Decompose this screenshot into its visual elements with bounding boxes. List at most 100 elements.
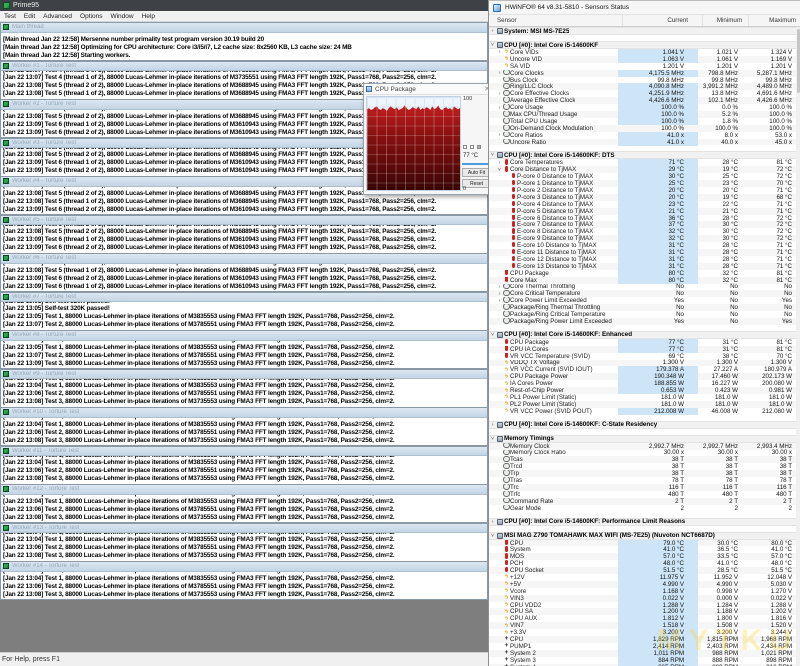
expand-icon[interactable]: › (496, 160, 503, 166)
column-header-sensor[interactable]: Sensor (489, 17, 622, 24)
checkbox-1[interactable] (463, 145, 467, 149)
sensor-row[interactable]: ϟRest-of-Chip Power0.653 W0.423 W0.981 W (489, 387, 796, 394)
sensor-row[interactable]: Package/Ring Critical TemperatureNoNoNo (489, 311, 796, 318)
sensor-row[interactable]: VR VCC Temperature (SVID)69 °C38 °C70 °C (489, 353, 796, 360)
sensor-row[interactable]: Uncore Ratio41.0 x40.0 x45.0 x (489, 139, 796, 146)
sensor-row[interactable]: P-core 3 Distance to TjMAX20 °C19 °C68 °… (489, 194, 796, 201)
menu-item-advanced[interactable]: Advanced (39, 13, 76, 20)
expand-icon[interactable]: › (489, 519, 496, 525)
p95-child-titlebar[interactable]: Worker #7 - Torture Test (1, 293, 487, 303)
sensor-row[interactable]: ϟPL2 Power Limit (Static)181.0 W181.0 W1… (489, 401, 796, 408)
collapse-icon[interactable]: ˅ (489, 42, 496, 48)
sensor-row[interactable]: Tcas38 T38 T38 T (489, 456, 796, 463)
sensor-row[interactable]: P-core 4 Distance to TjMAX23 °C22 °C71 °… (489, 201, 796, 208)
sensor-row[interactable]: ϟVIN30.022 V0.000 V0.022 V (489, 595, 796, 602)
scrollbar[interactable] (796, 27, 800, 666)
log-area[interactable]: [Jan 22 13:04] Test 1, 88000 Lucas-Lehme… (1, 572, 487, 600)
sensor-row[interactable]: Package/Ring Thermal ThrottlingNoNoNo (489, 304, 796, 311)
expand-icon[interactable]: › (496, 284, 503, 290)
expand-icon[interactable]: › (496, 132, 503, 138)
sensor-row[interactable]: P-core 1 Distance to TjMAX25 °C23 °C70 °… (489, 180, 796, 187)
sensor-group-header[interactable]: ˅CPU [#0]: Intel Core i5-14600KF: DTS (489, 151, 796, 159)
log-area[interactable]: [Jan 22 13:08] Test 5 (thread 2 of 2), 8… (1, 225, 487, 253)
sensor-group-header[interactable]: ˅CPU [#0]: Intel Core i5-14600KF (489, 41, 796, 49)
expand-icon[interactable]: › (496, 291, 503, 297)
log-area[interactable]: [Main thread Jan 22 12:58] Mersenne numb… (1, 33, 487, 61)
log-area[interactable]: [Jan 22 13:04] Test 1, 88000 Lucas-Lehme… (1, 495, 487, 523)
sensor-row[interactable]: +CPU1,829 RPM1,815 RPM1,968 RPM (489, 636, 796, 643)
sensor-row[interactable]: ϟVR VCC Current (SVID IOUT)179.378 A27.2… (489, 366, 796, 373)
p95-child-titlebar[interactable]: Worker #13 - Torture Test (1, 524, 487, 534)
column-header-cur[interactable]: Current (622, 15, 702, 26)
column-header-max[interactable]: Maximum (748, 15, 800, 26)
sensor-row[interactable]: ›Core Temperatures71 °C28 °C81 °C (489, 159, 796, 166)
sensor-row[interactable]: Trfc480 T480 T480 T (489, 491, 796, 498)
p95-child-titlebar[interactable]: Worker #12 - Torture Test (1, 485, 487, 495)
p95-child-titlebar[interactable]: Worker #8 - Torture Test (1, 331, 487, 341)
sensor-group-header[interactable]: ˅CPU [#0]: Intel Core i5-14600KF: Enhanc… (489, 331, 796, 339)
sensor-row[interactable]: +System 3884 RPM888 RPM898 RPM (489, 657, 796, 664)
sensor-row[interactable]: ϟCPU SA1.200 V1.188 V1.202 V (489, 608, 796, 615)
sensor-group-header[interactable]: ›System: MSI MS-7E25 (489, 27, 796, 35)
log-area[interactable]: [Jan 22 13:05] Test 1, 88000 Lucas-Lehme… (1, 341, 487, 369)
reset-button[interactable]: Reset (462, 179, 491, 188)
log-area[interactable]: [Jan 22 13:04] Test 1, 88000 Lucas-Lehme… (1, 379, 487, 407)
sensor-row[interactable]: E-core 12 Distance to TjMAX31 °C28 °C71 … (489, 256, 796, 263)
sensor-row[interactable]: CPU IA Cores77 °C31 °C81 °C (489, 346, 796, 353)
sensor-row[interactable]: ϟUncore VID1.063 V1.061 V1.169 V (489, 56, 796, 63)
sensor-row[interactable]: ϟCPU AUX1.812 V1.800 V1.816 V (489, 615, 796, 622)
sensor-row[interactable]: +PUMP12,414 RPM2,403 RPM2,434 RPM (489, 643, 796, 650)
sensor-row[interactable]: Max CPU/Thread Usage100.0 %5.2 %100.0 % (489, 111, 796, 118)
sensor-group-header[interactable]: ˅Memory Timings (489, 435, 796, 443)
menu-item-window[interactable]: Window (106, 13, 137, 20)
sensor-row[interactable]: ϟ+12V11.975 V11.952 V12.048 V (489, 574, 796, 581)
log-area[interactable]: [Jan 22 13:05] Self-test 320K passed![Ja… (1, 302, 487, 330)
p95-child-titlebar[interactable]: Worker #11 - Torture Test (1, 447, 487, 457)
sensor-row[interactable]: Average Effective Clock4,426.6 MHz102.1 … (489, 97, 796, 104)
checkbox-3[interactable] (477, 145, 481, 149)
menu-item-edit[interactable]: Edit (20, 13, 39, 20)
sensor-row[interactable]: PCH48.0 °C41.0 °C48.0 °C (489, 560, 796, 567)
p95-child-titlebar[interactable]: Worker #14 - Torture Test (1, 562, 487, 572)
log-area[interactable]: [Jan 22 13:04] Test 1, 88000 Lucas-Lehme… (1, 533, 487, 561)
p95-child-titlebar[interactable]: Worker #10 - Torture Test (1, 408, 487, 418)
expand-icon[interactable]: › (496, 298, 503, 304)
sensor-group-header[interactable]: ˅MSI MAG Z790 TOMAHAWK MAX WIFI (MS-7E25… (489, 532, 796, 540)
sensor-group-header[interactable]: ›CPU [#0]: Intel Core i5-14600KF: C-Stat… (489, 421, 796, 429)
sensor-row[interactable]: E-core 9 Distance to TjMAX32 °C30 °C72 °… (489, 235, 796, 242)
collapse-icon[interactable]: ˅ (489, 436, 496, 442)
collapse-icon[interactable]: ˅ (489, 332, 496, 338)
sensor-row[interactable]: Memory Clock Ratio30.00 x30.00 x30.00 x (489, 450, 796, 457)
sensor-row[interactable]: Core Max80 °C32 °C81 °C (489, 277, 796, 284)
p95-child-titlebar[interactable]: Worker #1 - Torture Test (1, 62, 487, 72)
sensor-row[interactable]: Gear Mode222 (489, 505, 796, 512)
menu-item-help[interactable]: Help (138, 13, 159, 20)
sensor-row[interactable]: ›Core Clocks4,175.5 MHz798.8 MHz5,287.1 … (489, 70, 796, 77)
sensor-row[interactable]: Package/Ring Power Limit ExceededYesNoYe… (489, 318, 796, 325)
sensor-row[interactable]: E-core 7 Distance to TjMAX37 °C30 °C72 °… (489, 221, 796, 228)
sensor-row[interactable]: ϟ+3.3V3.200 V3.200 V3.244 V (489, 629, 796, 636)
sensor-row[interactable]: ›Core Effective Clocks4,251.9 MHz13.8 MH… (489, 90, 796, 97)
sensor-row[interactable]: ϟSA VID1.201 V1.201 V1.201 V (489, 63, 796, 70)
sensor-row[interactable]: ›ϟCore VIDs1.041 V1.021 V1.324 V (489, 49, 796, 56)
graph-titlebar[interactable]: CPU Package ✕ (364, 84, 493, 95)
p95-child-titlebar[interactable]: Worker #6 - Torture Test (1, 254, 487, 264)
column-header-min[interactable]: Minimum (702, 15, 748, 26)
collapse-icon[interactable]: ˅ (489, 152, 496, 158)
sensor-row[interactable]: Memory Clock2,992.7 MHz2,992.7 MHz2,993.… (489, 443, 796, 450)
sensor-row[interactable]: ϟVR VCC Power (SVID POUT)212.008 W46.008… (489, 408, 796, 415)
sensor-row[interactable]: E-core 10 Distance to TjMAX31 °C28 °C71 … (489, 242, 796, 249)
scrollbar-thumb[interactable] (797, 29, 800, 93)
sensor-row[interactable]: CPU Socket51.5 °C28.5 °C51.5 °C (489, 567, 796, 574)
log-area[interactable]: [Jan 22 13:08] Test 5 (thread 1 of 2), 8… (1, 264, 487, 292)
expand-icon[interactable]: › (496, 49, 503, 55)
expand-icon[interactable]: › (496, 91, 503, 97)
sensor-row[interactable]: ›Core Usage100.0 %0.0 %100.0 % (489, 104, 796, 111)
sensor-row[interactable]: Ring/LLC Clock4,090.8 MHz3,991.2 MHz4,48… (489, 83, 796, 90)
sensor-row[interactable]: On-Demand Clock Modulation100.0 %100.0 %… (489, 125, 796, 132)
sensor-row[interactable]: ›Core Thermal ThrottlingNoNoNo (489, 284, 796, 291)
sensor-row[interactable]: E-core 13 Distance to TjMAX31 °C28 °C71 … (489, 263, 796, 270)
p95-child-titlebar[interactable]: Main thread (1, 23, 487, 33)
checkbox-2[interactable] (470, 145, 474, 149)
sensor-row[interactable]: Trcd38 T38 T38 T (489, 463, 796, 470)
